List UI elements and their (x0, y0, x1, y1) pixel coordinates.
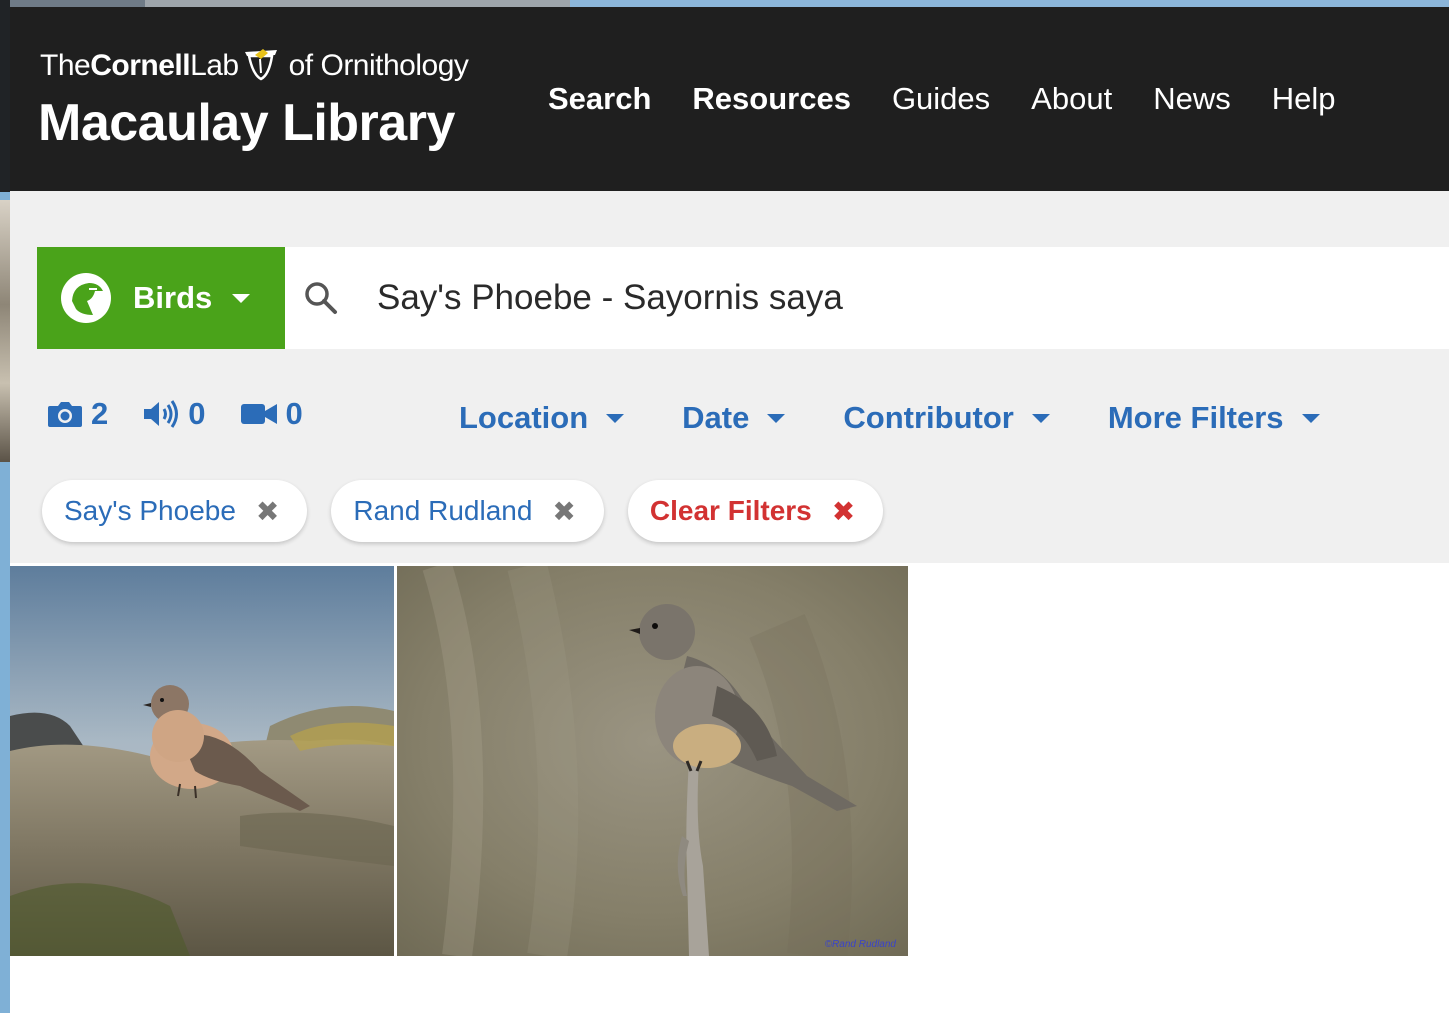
camera-icon (48, 402, 82, 427)
results-grid: ©Rand Rudland (10, 566, 908, 956)
date-filter-label: Date (682, 400, 750, 435)
location-filter-label: Location (459, 400, 589, 435)
media-type-counts: 2 0 0 (47, 396, 337, 432)
date-filter[interactable]: Date (682, 400, 786, 436)
window-top-edge (10, 0, 1449, 7)
audio-count: 0 (188, 396, 206, 431)
chevron-down-icon (1301, 413, 1320, 423)
more-filters-label: More Filters (1107, 400, 1284, 435)
speaker-icon (144, 400, 179, 428)
bird-photo-on-branch (397, 566, 908, 956)
species-filter-chip[interactable]: Say's Phoebe ✖ (42, 480, 308, 542)
logo-lab: Lab (190, 49, 239, 82)
photo-watermark: ©Rand Rudland (824, 939, 896, 950)
bird-photo-on-rock (10, 566, 394, 956)
chevron-down-icon (232, 293, 251, 303)
species-chip-label: Say's Phoebe (64, 495, 236, 526)
close-icon[interactable]: ✖ (552, 495, 575, 528)
main-nav: Search Resources Guides About News Help (548, 81, 1376, 117)
contributor-filter-chip[interactable]: Rand Rudland ✖ (331, 480, 604, 542)
more-filters[interactable]: More Filters (1108, 400, 1320, 436)
clear-filters-label: Clear Filters (649, 495, 812, 526)
video-count: 0 (285, 396, 303, 431)
nav-resources[interactable]: Resources (692, 81, 851, 117)
chevron-down-icon (1031, 413, 1050, 423)
photos-count: 2 (91, 396, 109, 431)
site-title[interactable]: Macaulay Library (38, 93, 455, 153)
video-icon (240, 404, 277, 424)
location-filter[interactable]: Location (459, 400, 625, 436)
logo-the: The (40, 49, 91, 82)
window-edge (0, 0, 10, 1013)
cornell-lab-logo[interactable]: TheCornellLab of Ornithology (40, 47, 469, 83)
contributor-chip-label: Rand Rudland (353, 495, 533, 526)
nav-about[interactable]: About (1031, 81, 1112, 117)
logo-of-ornithology: of Ornithology (288, 49, 469, 82)
result-photo[interactable]: ©Rand Rudland (397, 566, 908, 956)
nav-news[interactable]: News (1153, 81, 1231, 117)
close-icon[interactable]: ✖ (256, 495, 279, 528)
contributor-filter-label: Contributor (843, 400, 1014, 435)
birds-taxon-icon (61, 273, 111, 323)
contributor-filter[interactable]: Contributor (843, 400, 1050, 436)
clear-filters-button[interactable]: Clear Filters ✖ (627, 480, 884, 542)
nav-help[interactable]: Help (1272, 81, 1336, 117)
filter-bar: Location Date Contributor More Filters (459, 400, 1378, 436)
result-photo[interactable] (10, 566, 394, 956)
audio-count-tab[interactable]: 0 (142, 396, 206, 432)
chevron-down-icon (767, 413, 786, 423)
taxon-label: Birds (133, 280, 213, 315)
search-icon (305, 282, 337, 314)
nav-search[interactable]: Search (548, 81, 651, 117)
close-icon: ✖ (831, 495, 856, 527)
chevron-down-icon (606, 413, 625, 423)
nav-guides[interactable]: Guides (892, 81, 990, 117)
species-search-input[interactable] (377, 269, 1377, 327)
video-count-tab[interactable]: 0 (240, 396, 303, 432)
active-filters: Say's Phoebe ✖ Rand Rudland ✖ Clear Filt… (42, 480, 907, 542)
site-header: TheCornellLab of Ornithology Macaulay Li… (10, 7, 1449, 191)
photos-count-tab[interactable]: 2 (47, 396, 108, 432)
search-bar: Birds (37, 247, 1449, 349)
bird-logo-icon (244, 49, 277, 81)
taxon-dropdown-button[interactable]: Birds (37, 247, 285, 349)
logo-cornell: Cornell (90, 49, 191, 82)
